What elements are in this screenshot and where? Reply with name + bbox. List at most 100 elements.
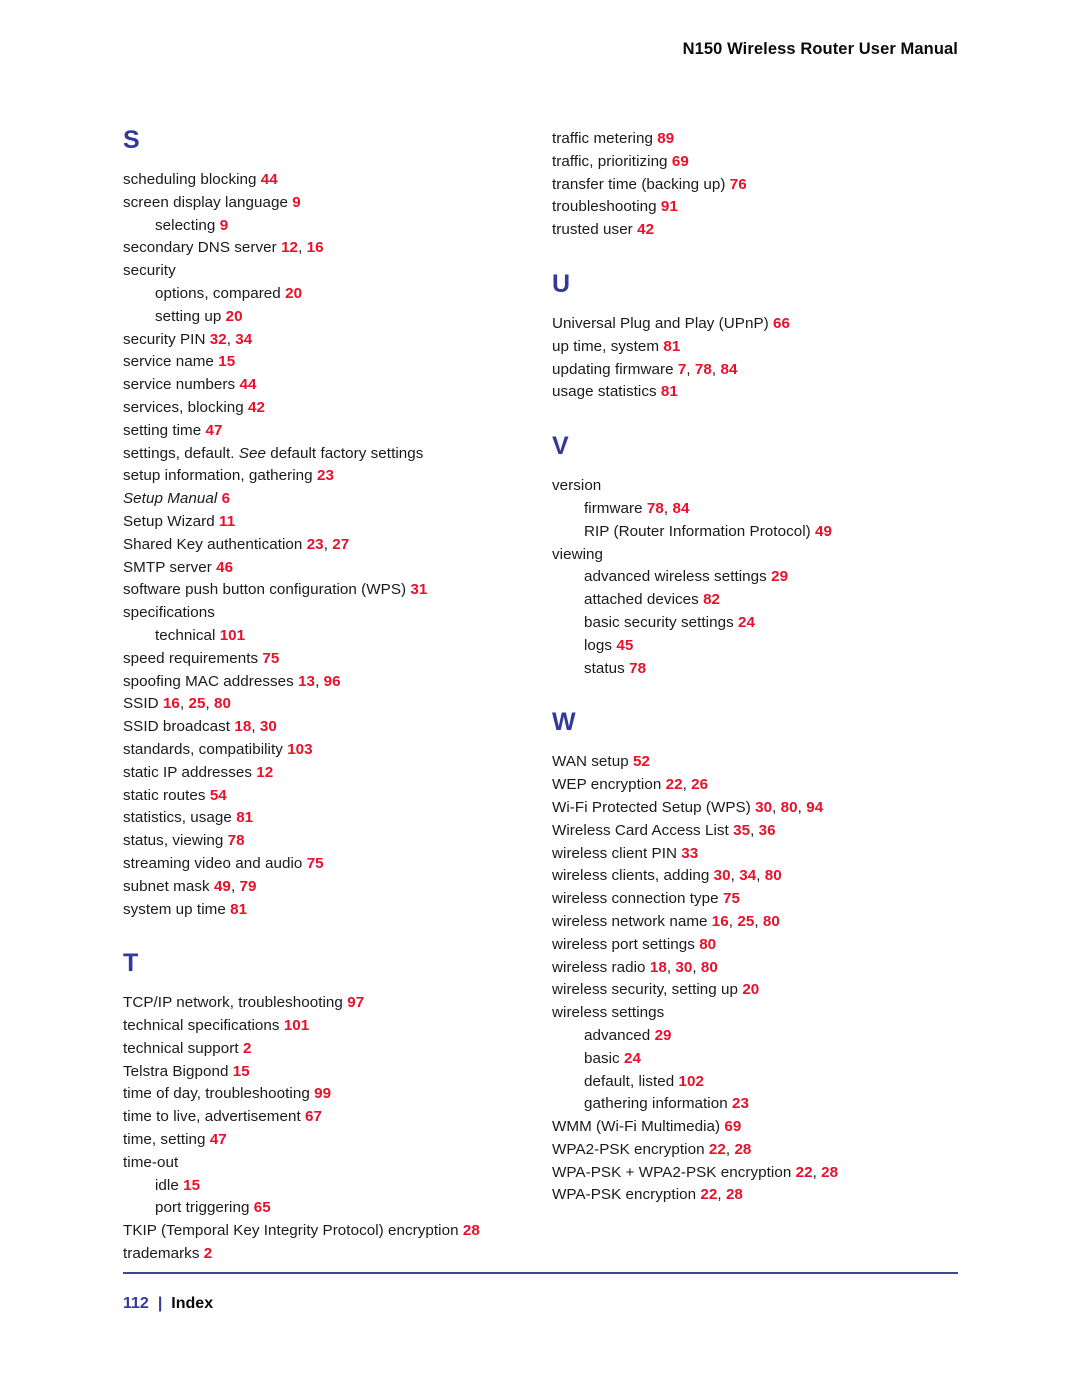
index-entry[interactable]: wireless settings bbox=[552, 1002, 952, 1025]
index-entry[interactable]: logs 45 bbox=[552, 635, 952, 658]
page-ref[interactable]: 81 bbox=[663, 338, 680, 355]
page-ref[interactable]: 81 bbox=[661, 383, 678, 400]
page-ref[interactable]: 101 bbox=[284, 1017, 310, 1034]
index-entry[interactable]: WPA2-PSK encryption 22, 28 bbox=[552, 1139, 952, 1162]
index-entry[interactable]: trusted user 42 bbox=[552, 219, 952, 242]
page-ref[interactable]: 78 bbox=[228, 832, 245, 849]
page-ref[interactable]: 18 bbox=[234, 718, 251, 735]
index-entry[interactable]: technical 101 bbox=[123, 625, 523, 648]
page-ref[interactable]: 54 bbox=[210, 787, 227, 804]
index-entry[interactable]: setting time 47 bbox=[123, 420, 523, 443]
page-ref[interactable]: 80 bbox=[763, 913, 780, 930]
page-ref[interactable]: 9 bbox=[220, 217, 229, 234]
page-ref[interactable]: 66 bbox=[773, 315, 790, 332]
index-entry[interactable]: time to live, advertisement 67 bbox=[123, 1106, 523, 1129]
page-ref[interactable]: 16 bbox=[712, 913, 729, 930]
page-ref[interactable]: 45 bbox=[616, 637, 633, 654]
index-entry[interactable]: status, viewing 78 bbox=[123, 830, 523, 853]
page-ref[interactable]: 30 bbox=[675, 959, 692, 976]
page-ref[interactable]: 29 bbox=[655, 1027, 672, 1044]
page-ref[interactable]: 22 bbox=[700, 1186, 717, 1203]
index-entry[interactable]: viewing bbox=[552, 544, 952, 567]
index-entry[interactable]: setting up 20 bbox=[123, 306, 523, 329]
page-ref[interactable]: 16 bbox=[307, 239, 324, 256]
page-ref[interactable]: 44 bbox=[239, 376, 256, 393]
index-entry[interactable]: services, blocking 42 bbox=[123, 397, 523, 420]
page-ref[interactable]: 89 bbox=[657, 130, 674, 147]
index-entry[interactable]: screen display language 9 bbox=[123, 192, 523, 215]
index-entry[interactable]: basic security settings 24 bbox=[552, 612, 952, 635]
page-ref[interactable]: 82 bbox=[703, 591, 720, 608]
index-entry[interactable]: streaming video and audio 75 bbox=[123, 853, 523, 876]
page-ref[interactable]: 91 bbox=[661, 198, 678, 215]
index-entry[interactable]: service numbers 44 bbox=[123, 374, 523, 397]
index-entry[interactable]: options, compared 20 bbox=[123, 283, 523, 306]
page-ref[interactable]: 44 bbox=[261, 171, 278, 188]
index-entry[interactable]: time, setting 47 bbox=[123, 1129, 523, 1152]
index-entry[interactable]: standards, compatibility 103 bbox=[123, 739, 523, 762]
index-entry[interactable]: setup information, gathering 23 bbox=[123, 465, 523, 488]
page-ref[interactable]: 78 bbox=[695, 361, 712, 378]
index-entry[interactable]: Wireless Card Access List 35, 36 bbox=[552, 820, 952, 843]
page-ref[interactable]: 12 bbox=[256, 764, 273, 781]
index-entry[interactable]: subnet mask 49, 79 bbox=[123, 876, 523, 899]
page-ref[interactable]: 23 bbox=[307, 536, 324, 553]
page-ref[interactable]: 27 bbox=[332, 536, 349, 553]
page-ref[interactable]: 11 bbox=[219, 513, 235, 530]
index-entry[interactable]: system up time 81 bbox=[123, 899, 523, 922]
page-ref[interactable]: 12 bbox=[281, 239, 298, 256]
page-ref[interactable]: 20 bbox=[742, 981, 759, 998]
page-ref[interactable]: 75 bbox=[723, 890, 740, 907]
index-entry[interactable]: SSID 16, 25, 80 bbox=[123, 693, 523, 716]
page-ref[interactable]: 20 bbox=[285, 285, 302, 302]
index-entry[interactable]: wireless network name 16, 25, 80 bbox=[552, 911, 952, 934]
index-entry[interactable]: wireless clients, adding 30, 34, 80 bbox=[552, 865, 952, 888]
page-ref[interactable]: 15 bbox=[218, 353, 235, 370]
page-ref[interactable]: 78 bbox=[629, 660, 646, 677]
page-ref[interactable]: 46 bbox=[216, 559, 233, 576]
index-entry[interactable]: wireless radio 18, 30, 80 bbox=[552, 957, 952, 980]
index-entry[interactable]: selecting 9 bbox=[123, 215, 523, 238]
index-entry[interactable]: TCP/IP network, troubleshooting 97 bbox=[123, 992, 523, 1015]
index-entry[interactable]: attached devices 82 bbox=[552, 589, 952, 612]
page-ref[interactable]: 28 bbox=[726, 1186, 743, 1203]
page-ref[interactable]: 29 bbox=[771, 568, 788, 585]
page-ref[interactable]: 22 bbox=[666, 776, 683, 793]
index-entry[interactable]: static IP addresses 12 bbox=[123, 762, 523, 785]
index-entry[interactable]: SMTP server 46 bbox=[123, 557, 523, 580]
index-entry[interactable]: troubleshooting 91 bbox=[552, 196, 952, 219]
page-ref[interactable]: 84 bbox=[672, 500, 689, 517]
index-entry[interactable]: spoofing MAC addresses 13, 96 bbox=[123, 671, 523, 694]
index-entry[interactable]: traffic metering 89 bbox=[552, 128, 952, 151]
page-ref[interactable]: 2 bbox=[243, 1040, 252, 1057]
index-entry[interactable]: static routes 54 bbox=[123, 785, 523, 808]
page-ref[interactable]: 80 bbox=[701, 959, 718, 976]
page-ref[interactable]: 22 bbox=[709, 1141, 726, 1158]
page-ref[interactable]: 76 bbox=[730, 176, 747, 193]
index-entry[interactable]: status 78 bbox=[552, 658, 952, 681]
index-entry[interactable]: Setup Manual 6 bbox=[123, 488, 523, 511]
page-ref[interactable]: 80 bbox=[781, 799, 798, 816]
index-entry[interactable]: wireless port settings 80 bbox=[552, 934, 952, 957]
index-entry[interactable]: WEP encryption 22, 26 bbox=[552, 774, 952, 797]
index-entry[interactable]: traffic, prioritizing 69 bbox=[552, 151, 952, 174]
page-ref[interactable]: 28 bbox=[821, 1164, 838, 1181]
page-ref[interactable]: 49 bbox=[815, 523, 832, 540]
page-ref[interactable]: 9 bbox=[292, 194, 301, 211]
page-ref[interactable]: 16 bbox=[163, 695, 180, 712]
index-entry[interactable]: service name 15 bbox=[123, 351, 523, 374]
page-ref[interactable]: 33 bbox=[681, 845, 698, 862]
page-ref[interactable]: 34 bbox=[235, 331, 252, 348]
page-ref[interactable]: 49 bbox=[214, 878, 231, 895]
index-entry[interactable]: secondary DNS server 12, 16 bbox=[123, 237, 523, 260]
page-ref[interactable]: 26 bbox=[691, 776, 708, 793]
page-ref[interactable]: 97 bbox=[347, 994, 364, 1011]
index-entry[interactable]: wireless client PIN 33 bbox=[552, 843, 952, 866]
index-entry[interactable]: advanced wireless settings 29 bbox=[552, 566, 952, 589]
page-ref[interactable]: 65 bbox=[254, 1199, 271, 1216]
index-entry[interactable]: firmware 78, 84 bbox=[552, 498, 952, 521]
page-ref[interactable]: 23 bbox=[732, 1095, 749, 1112]
page-ref[interactable]: 80 bbox=[765, 867, 782, 884]
page-ref[interactable]: 67 bbox=[305, 1108, 322, 1125]
index-entry[interactable]: TKIP (Temporal Key Integrity Protocol) e… bbox=[123, 1220, 523, 1243]
